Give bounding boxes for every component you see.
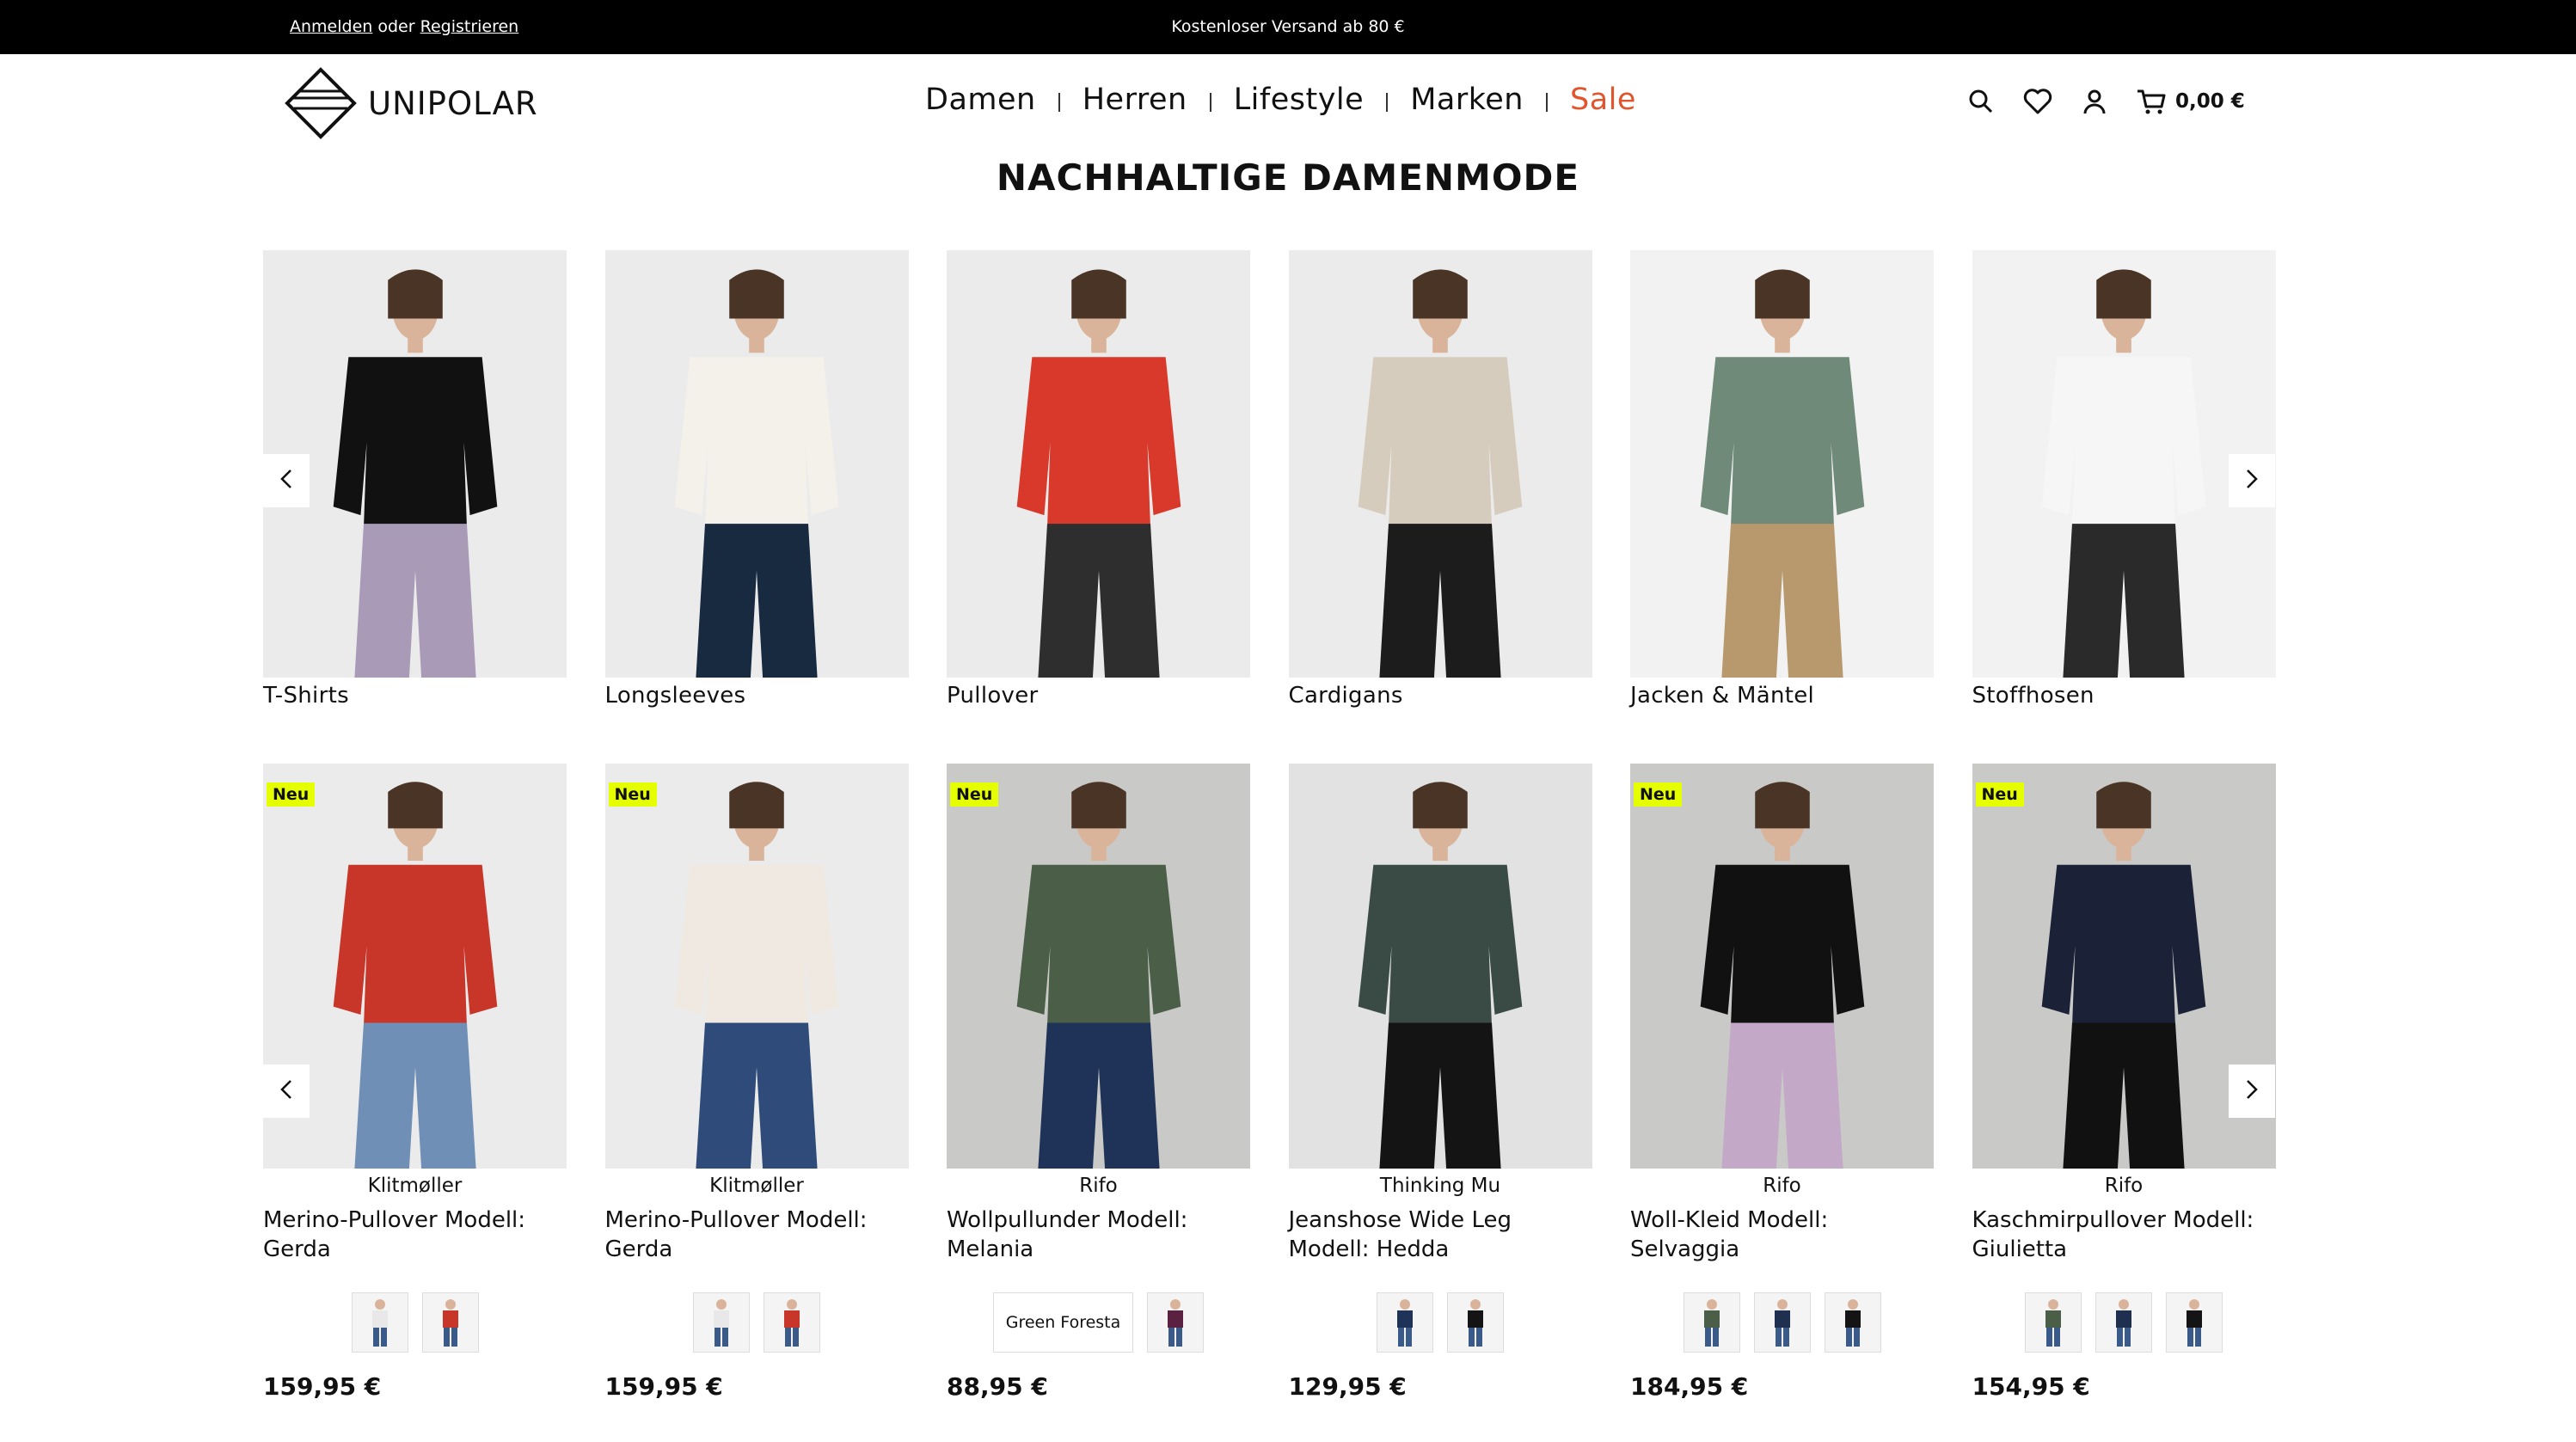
color-swatch[interactable] [764, 1292, 820, 1353]
site-header: UNIPOLAR Damen Herren Lifestyle Marken S… [0, 54, 2576, 149]
logo-icon [285, 67, 357, 139]
color-swatches [1972, 1292, 2276, 1353]
cart-icon [2137, 89, 2166, 114]
color-swatches [1289, 1292, 1592, 1353]
cart-total: 0,00 € [2175, 90, 2245, 113]
chevron-right-icon [2244, 1079, 2260, 1103]
product-price: 184,95 € [1630, 1372, 1749, 1401]
free-shipping-notice: Kostenloser Versand ab 80 € [1171, 17, 1405, 36]
color-swatch[interactable] [2025, 1292, 2082, 1353]
category-label[interactable]: Longsleeves [605, 683, 909, 709]
new-badge: Neu [950, 782, 999, 807]
product-name[interactable]: Jeanshose Wide Leg Modell: Hedda [1289, 1206, 1592, 1267]
color-swatch[interactable] [421, 1292, 479, 1353]
product-carousel: Neu Klitmøller Merino-Pullover Modell: G… [263, 764, 2276, 1442]
color-swatch[interactable] [1447, 1292, 1504, 1353]
product-image[interactable] [1288, 764, 1592, 1169]
color-swatch[interactable] [351, 1292, 408, 1353]
nav-item-herren[interactable]: Herren [1083, 83, 1187, 117]
color-swatch[interactable] [1824, 1292, 1881, 1353]
product-price: 154,95 € [1972, 1372, 2090, 1401]
nav-separator [1058, 93, 1060, 112]
color-swatch-label[interactable]: Green Foresta [992, 1292, 1134, 1353]
category-card[interactable]: Jacken & Mäntel [1630, 250, 1934, 709]
color-swatch[interactable] [1683, 1292, 1740, 1353]
carousel-next-button[interactable] [2229, 454, 2275, 507]
category-card[interactable]: Cardigans [1288, 250, 1592, 709]
category-label[interactable]: Pullover [947, 683, 1250, 709]
category-image[interactable] [1288, 250, 1592, 678]
logo-text: UNIPOLAR [368, 84, 538, 122]
nav-item-damen[interactable]: Damen [925, 83, 1036, 117]
category-image[interactable] [1630, 250, 1934, 678]
nav-item-sale[interactable]: Sale [1570, 83, 1636, 117]
product-name[interactable]: Merino-Pullover Modell: Gerda [263, 1206, 567, 1267]
category-label[interactable]: Jacken & Mäntel [1630, 683, 1934, 709]
product-price: 129,95 € [1288, 1372, 1407, 1401]
new-badge: Neu [1634, 782, 1683, 807]
category-label[interactable]: T-Shirts [263, 683, 567, 709]
product-image[interactable]: Neu [1630, 764, 1934, 1169]
color-swatch[interactable] [1753, 1292, 1811, 1353]
user-icon[interactable] [2079, 86, 2110, 117]
category-card[interactable]: Pullover [947, 250, 1250, 709]
heart-icon[interactable] [2022, 86, 2053, 117]
product-name[interactable]: Merino-Pullover Modell: Gerda [605, 1206, 909, 1267]
product-name[interactable]: Woll-Kleid Modell: Selvaggia [1630, 1206, 1934, 1267]
header-tools: 0,00 € [1966, 82, 2245, 121]
product-price: 159,95 € [263, 1372, 382, 1401]
product-brand[interactable]: Rifo [947, 1175, 1250, 1197]
color-swatches: Green Foresta [947, 1292, 1250, 1353]
cart-button[interactable]: 0,00 € [2136, 88, 2245, 115]
nav-separator [1545, 93, 1548, 112]
product-brand[interactable]: Klitmøller [263, 1175, 567, 1197]
new-badge: Neu [608, 782, 657, 807]
carousel-prev-button[interactable] [263, 1065, 310, 1118]
product-name[interactable]: Wollpullunder Modell: Melania [947, 1206, 1250, 1267]
color-swatches [1630, 1292, 1934, 1353]
nav-separator [1386, 93, 1389, 112]
nav-item-marken[interactable]: Marken [1410, 83, 1524, 117]
color-swatch[interactable] [1147, 1292, 1205, 1353]
category-card[interactable]: Longsleeves [604, 250, 909, 709]
category-carousel: T-Shirts Longsleeves Pullover Cardigans [263, 250, 2276, 715]
product-card[interactable]: Neu Klitmøller Merino-Pullover Modell: G… [604, 764, 909, 1401]
product-brand[interactable]: Thinking Mu [1289, 1175, 1592, 1197]
product-price: 88,95 € [947, 1372, 1048, 1401]
new-badge: Neu [267, 782, 316, 807]
color-swatches [605, 1292, 909, 1353]
logo[interactable]: UNIPOLAR [284, 66, 538, 140]
category-label[interactable]: Cardigans [1289, 683, 1592, 709]
color-swatch[interactable] [2166, 1292, 2223, 1353]
product-image[interactable]: Neu [947, 764, 1250, 1169]
nav-separator [1209, 93, 1211, 112]
category-image[interactable] [947, 250, 1250, 678]
chevron-right-icon [2244, 469, 2260, 493]
carousel-next-button[interactable] [2229, 1065, 2275, 1118]
top-announcement-bar: Anmelden oder Registrieren Kostenloser V… [0, 0, 2576, 54]
product-brand[interactable]: Klitmøller [605, 1175, 909, 1197]
category-label[interactable]: Stoffhosen [1972, 683, 2276, 709]
product-brand[interactable]: Rifo [1972, 1175, 2276, 1197]
category-image[interactable] [604, 250, 909, 678]
carousel-prev-button[interactable] [263, 454, 310, 507]
color-swatch[interactable] [2095, 1292, 2152, 1353]
color-swatch[interactable] [1377, 1292, 1433, 1353]
product-image[interactable]: Neu [604, 764, 909, 1169]
product-card[interactable]: Neu Rifo Wollpullunder Modell: Melania G… [947, 764, 1250, 1401]
color-swatch[interactable] [693, 1292, 750, 1353]
chevron-left-icon [279, 469, 294, 493]
search-icon[interactable] [1966, 86, 1996, 117]
chevron-left-icon [279, 1079, 294, 1103]
product-card[interactable]: Neu Rifo Woll-Kleid Modell: Selvaggia 18… [1630, 764, 1934, 1401]
main-navigation: Damen Herren Lifestyle Marken Sale [925, 78, 1636, 121]
page-title: NACHHALTIGE DAMENMODE [996, 156, 1580, 199]
product-card[interactable]: Thinking Mu Jeanshose Wide Leg Modell: H… [1288, 764, 1592, 1401]
nav-item-lifestyle[interactable]: Lifestyle [1234, 83, 1365, 117]
color-swatches [263, 1292, 567, 1353]
product-name[interactable]: Kaschmirpullover Modell: Giulietta [1972, 1206, 2276, 1267]
product-price: 159,95 € [604, 1372, 723, 1401]
new-badge: Neu [1975, 782, 2024, 807]
product-brand[interactable]: Rifo [1630, 1175, 1934, 1197]
